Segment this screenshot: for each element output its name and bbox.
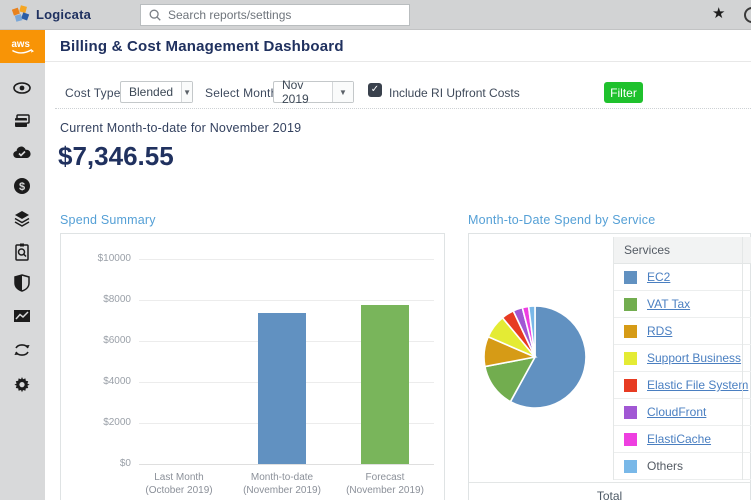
- service-link-elasticache[interactable]: ElastiCache: [647, 432, 711, 446]
- legend-swatch: [624, 406, 637, 419]
- ri-upfront-checkbox[interactable]: ✓: [368, 83, 382, 97]
- legend-swatch: [624, 352, 637, 365]
- total-row: Total: [469, 482, 750, 500]
- mtd-amount: $7,346.55: [58, 141, 174, 172]
- services-table: Services EC2 VAT Tax RDS Support Business El…: [613, 237, 751, 480]
- payment-cards-icon[interactable]: [12, 111, 32, 131]
- service-row: EC2: [614, 264, 751, 291]
- gear-icon[interactable]: [12, 374, 32, 394]
- legend-swatch: [624, 298, 637, 311]
- brand-name: Logicata: [36, 7, 91, 22]
- service-row: Others: [614, 453, 751, 480]
- chart-icon[interactable]: [12, 306, 32, 326]
- service-row: CloudFront: [614, 399, 751, 426]
- layers-icon[interactable]: [12, 209, 32, 229]
- legend-swatch: [624, 433, 637, 446]
- y-axis-tick: $4000: [61, 376, 131, 387]
- x-axis-label: Forecast(November 2019): [320, 471, 450, 497]
- bar-1[interactable]: [258, 313, 306, 464]
- search-bar[interactable]: [140, 4, 410, 26]
- mtd-caption: Current Month-to-date for November 2019: [60, 121, 301, 135]
- services-header: Services: [614, 237, 751, 264]
- service-link-support-business[interactable]: Support Business: [647, 351, 741, 365]
- y-axis-tick: $0: [61, 458, 131, 469]
- legend-swatch: [624, 460, 637, 473]
- y-axis-tick: $6000: [61, 335, 131, 346]
- gridline: [139, 464, 434, 465]
- search-input[interactable]: [168, 8, 402, 22]
- service-row: RDS: [614, 318, 751, 345]
- bar-2[interactable]: [361, 305, 409, 464]
- chevron-down-icon: ▼: [332, 82, 353, 102]
- service-spend-title: Month-to-Date Spend by Service: [468, 213, 655, 227]
- service-pie-chart[interactable]: [475, 301, 595, 421]
- service-link-rds[interactable]: RDS: [647, 324, 672, 338]
- month-value: Nov 2019: [274, 78, 332, 106]
- service-link-cloudfront[interactable]: CloudFront: [647, 405, 706, 419]
- page-header: Billing & Cost Management Dashboard: [45, 30, 751, 62]
- service-link-elastic-file-system[interactable]: Elastic File System: [647, 378, 748, 392]
- svg-text:aws: aws: [11, 39, 29, 50]
- filter-button[interactable]: Filter: [604, 82, 643, 103]
- clock-icon[interactable]: [744, 7, 751, 23]
- month-dropdown[interactable]: Nov 2019 ▼: [273, 81, 354, 103]
- logicata-pinwheel-icon: [12, 5, 30, 23]
- page-title: Billing & Cost Management Dashboard: [60, 38, 344, 55]
- legend-swatch: [624, 379, 637, 392]
- y-axis-tick: $10000: [61, 253, 131, 264]
- search-icon: [148, 8, 162, 22]
- y-axis-tick: $8000: [61, 294, 131, 305]
- cost-type-value: Blended: [121, 85, 181, 99]
- checkmark-icon: ✓: [371, 84, 379, 95]
- legend-swatch: [624, 325, 637, 338]
- eye-icon[interactable]: [12, 78, 32, 98]
- select-month-label: Select Month:: [205, 86, 281, 100]
- service-row: Support Business: [614, 345, 751, 372]
- main-content: Billing & Cost Management Dashboard Cost…: [45, 30, 751, 500]
- service-link-ec2[interactable]: EC2: [647, 270, 670, 284]
- service-row: ElastiCache: [614, 426, 751, 453]
- separator: [55, 108, 751, 109]
- cost-type-dropdown[interactable]: Blended ▼: [120, 81, 193, 103]
- spend-summary-title: Spend Summary: [60, 213, 156, 227]
- chevron-down-icon: ▼: [181, 82, 192, 102]
- ri-upfront-label: Include RI Upfront Costs: [389, 86, 520, 100]
- spend-summary-chart: $10000$8000$6000$4000$2000$0Last Month(O…: [60, 233, 445, 500]
- cloud-check-icon[interactable]: [12, 143, 32, 163]
- clipboard-search-icon[interactable]: [12, 242, 32, 262]
- top-bar: Logicata ★: [0, 0, 751, 30]
- service-link-others: Others: [647, 459, 683, 473]
- gridline: [139, 259, 434, 260]
- sidebar: aws $: [0, 30, 45, 500]
- table-column-border: [742, 237, 743, 480]
- logicata-logo: Logicata: [12, 5, 91, 23]
- aws-logo[interactable]: aws: [0, 30, 45, 63]
- legend-swatch: [624, 271, 637, 284]
- service-row: VAT Tax: [614, 291, 751, 318]
- gridline: [139, 300, 434, 301]
- dollar-icon[interactable]: $: [12, 176, 32, 196]
- shield-icon[interactable]: [12, 273, 32, 293]
- service-spend-panel: Services EC2 VAT Tax RDS Support Business El…: [468, 233, 751, 500]
- service-link-vat-tax[interactable]: VAT Tax: [647, 297, 690, 311]
- refresh-icon[interactable]: [12, 340, 32, 360]
- service-row: Elastic File System: [614, 372, 751, 399]
- svg-text:$: $: [19, 181, 25, 193]
- y-axis-tick: $2000: [61, 417, 131, 428]
- cost-type-label: Cost Type:: [65, 86, 124, 100]
- favorite-star-icon[interactable]: ★: [712, 4, 725, 22]
